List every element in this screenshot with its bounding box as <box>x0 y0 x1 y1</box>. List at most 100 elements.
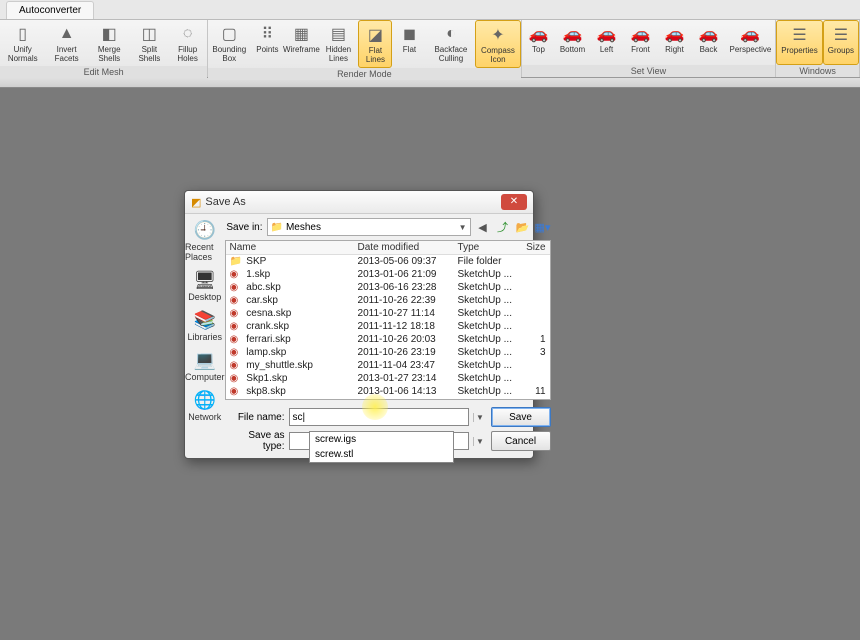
view-top-button[interactable]: 🚗Top <box>522 20 556 65</box>
view-right-button[interactable]: 🚗Right <box>658 20 692 65</box>
view-front-icon: 🚗 <box>629 22 653 46</box>
merge-shells-icon: ◧ <box>97 22 121 46</box>
app-icon: ◩ <box>191 196 201 209</box>
view-front-button[interactable]: 🚗Front <box>624 20 658 65</box>
place-recent-places[interactable]: 🕘 Recent Places <box>185 218 225 262</box>
groups-label: Groups <box>828 47 854 56</box>
file-row[interactable]: ◉ Skp1.skp2013-01-27 23:14SketchUp ... <box>226 372 550 385</box>
savein-combo[interactable]: 📁 Meshes ▼ <box>267 218 471 236</box>
saveastype-label: Save as type: <box>225 430 285 452</box>
invert-facets-label: Invert Facets <box>49 46 83 64</box>
save-button[interactable]: Save <box>491 407 551 427</box>
file-row[interactable]: ◉ trumpet.skp2013-02-05 00:30SketchUp ..… <box>226 398 550 400</box>
file-icon: ◉ <box>230 386 244 397</box>
views-button[interactable]: ▦▾ <box>535 219 551 235</box>
app-tab[interactable]: Autoconverter <box>6 1 94 19</box>
col-date[interactable]: Date modified <box>358 242 458 253</box>
view-top-icon: 🚗 <box>527 22 551 46</box>
bounding-box-button[interactable]: ▢Bounding Box <box>208 20 250 68</box>
split-shells-button[interactable]: ◫Split Shells <box>131 20 168 66</box>
filename-value: sc <box>293 412 303 423</box>
properties-button[interactable]: ☰Properties <box>776 20 822 65</box>
computer-label: Computer <box>185 372 225 382</box>
close-button[interactable]: ✕ <box>501 194 527 210</box>
file-icon: ◉ <box>230 295 244 306</box>
file-row[interactable]: ◉ 1.skp2013-01-06 21:09SketchUp ... <box>226 268 550 281</box>
place-network[interactable]: 🌐 Network <box>188 388 221 422</box>
autocomplete-popup[interactable]: screw.igsscrew.stl <box>309 431 454 463</box>
ribbon-group-label: Edit Mesh <box>0 66 207 78</box>
points-label: Points <box>256 46 278 55</box>
invert-facets-button[interactable]: ▲Invert Facets <box>45 20 87 66</box>
flat-label: Flat <box>403 46 416 55</box>
cancel-button[interactable]: Cancel <box>491 431 551 451</box>
file-row[interactable]: ◉ cesna.skp2011-10-27 11:14SketchUp ... <box>226 307 550 320</box>
up-button[interactable]: ⤴ <box>495 219 511 235</box>
backface-culling-label: Backface Culling <box>430 46 471 64</box>
place-desktop[interactable]: 🖥 Desktop <box>188 268 221 302</box>
view-perspective-button[interactable]: 🚗Perspective <box>726 20 776 65</box>
file-row[interactable]: ◉ ferrari.skp2011-10-26 20:03SketchUp ..… <box>226 333 550 346</box>
view-bottom-icon: 🚗 <box>561 22 585 46</box>
col-size[interactable]: Size <box>516 242 546 253</box>
file-row[interactable]: ◉ abc.skp2013-06-16 23:28SketchUp ... <box>226 281 550 294</box>
view-bottom-button[interactable]: 🚗Bottom <box>556 20 590 65</box>
flat-icon: ◼ <box>397 22 421 46</box>
view-back-icon: 🚗 <box>697 22 721 46</box>
folder-icon: 📁 <box>271 222 283 233</box>
invert-facets-icon: ▲ <box>55 22 79 46</box>
back-button[interactable]: ◀ <box>475 219 491 235</box>
flat-lines-button[interactable]: ◪Flat Lines <box>358 20 392 68</box>
merge-shells-label: Merge Shells <box>92 46 127 64</box>
merge-shells-button[interactable]: ◧Merge Shells <box>88 20 131 66</box>
unify-normals-label: Unify Normals <box>4 46 41 64</box>
filename-field[interactable]: sc| <box>289 408 469 426</box>
file-list[interactable]: Name Date modified Type Size 📁 SKP2013-0… <box>225 240 551 400</box>
place-computer[interactable]: 💻 Computer <box>185 348 225 382</box>
file-icon: ◉ <box>230 399 244 400</box>
unify-normals-button[interactable]: ▯Unify Normals <box>0 20 45 66</box>
view-back-label: Back <box>700 46 718 55</box>
view-back-button[interactable]: 🚗Back <box>692 20 726 65</box>
file-icon: ◉ <box>230 373 244 384</box>
autocomplete-item[interactable]: screw.igs <box>310 432 453 447</box>
file-row[interactable]: ◉ lamp.skp2011-10-26 23:19SketchUp ...3 <box>226 346 550 359</box>
fillup-holes-button[interactable]: ◌Fillup Holes <box>168 20 207 66</box>
filename-dropdown[interactable]: ▼ <box>473 413 487 422</box>
place-libraries[interactable]: 📚 Libraries <box>188 308 223 342</box>
file-row[interactable]: ◉ crank.skp2011-11-12 18:18SketchUp ... <box>226 320 550 333</box>
points-button[interactable]: ⠿Points <box>250 20 284 68</box>
hidden-lines-icon: ▤ <box>326 22 350 46</box>
file-icon: ◉ <box>230 308 244 319</box>
view-front-label: Front <box>631 46 650 55</box>
flat-button[interactable]: ◼Flat <box>392 20 426 68</box>
file-row[interactable]: ◉ car.skp2011-10-26 22:39SketchUp ... <box>226 294 550 307</box>
desktop-label: Desktop <box>188 292 221 302</box>
wireframe-button[interactable]: ▦Wireframe <box>284 20 318 68</box>
saveastype-dropdown[interactable]: ▼ <box>473 437 487 446</box>
view-left-button[interactable]: 🚗Left <box>590 20 624 65</box>
file-row[interactable]: ◉ my_shuttle.skp2011-11-04 23:47SketchUp… <box>226 359 550 372</box>
hidden-lines-button[interactable]: ▤Hidden Lines <box>318 20 358 68</box>
compass-icon-button[interactable]: ✦Compass Icon <box>475 20 520 68</box>
savein-label: Save in: <box>225 222 263 233</box>
file-icon: ◉ <box>230 347 244 358</box>
hidden-lines-label: Hidden Lines <box>322 46 354 64</box>
autocomplete-item[interactable]: screw.stl <box>310 447 453 462</box>
file-icon: ◉ <box>230 282 244 293</box>
flat-lines-label: Flat Lines <box>363 47 387 65</box>
groups-button[interactable]: ☰Groups <box>823 20 859 65</box>
new-folder-button[interactable]: 📂 <box>515 219 531 235</box>
file-row[interactable]: ◉ skp8.skp2013-01-06 14:13SketchUp ...11 <box>226 385 550 398</box>
fillup-holes-icon: ◌ <box>176 22 200 46</box>
backface-culling-button[interactable]: ◐Backface Culling <box>426 20 475 68</box>
ribbon-group-label: Windows <box>776 65 859 77</box>
col-name[interactable]: Name <box>230 242 358 253</box>
col-type[interactable]: Type <box>458 242 516 253</box>
file-row[interactable]: 📁 SKP2013-05-06 09:37File folder <box>226 255 550 268</box>
computer-icon: 💻 <box>191 348 219 372</box>
ribbon-group-label: Render Mode <box>208 68 520 80</box>
recent-places-icon: 🕘 <box>191 218 219 242</box>
file-icon: ◉ <box>230 334 244 345</box>
chevron-down-icon[interactable]: ▼ <box>459 223 467 232</box>
